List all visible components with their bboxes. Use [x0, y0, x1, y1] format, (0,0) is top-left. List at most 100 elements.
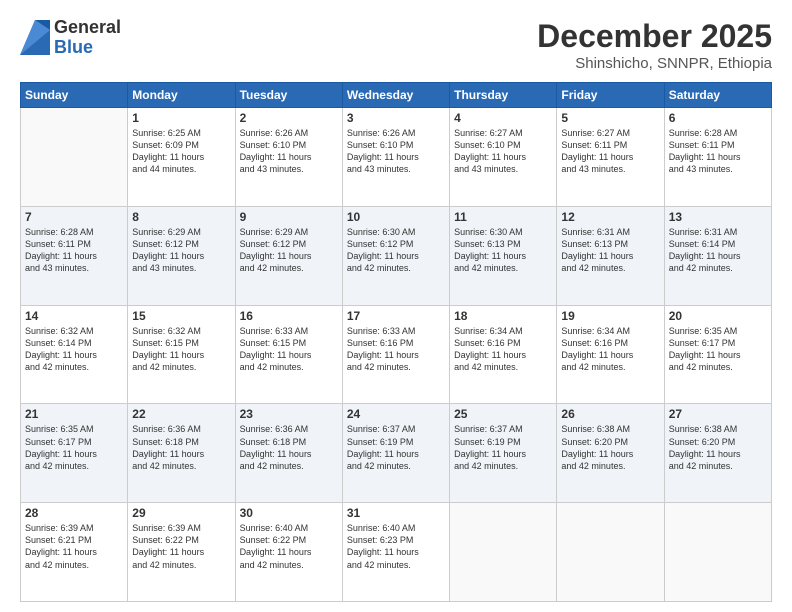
cell-info: Sunrise: 6:39 AM Sunset: 6:22 PM Dayligh… [132, 522, 230, 571]
day-number: 5 [561, 111, 659, 125]
day-number: 21 [25, 407, 123, 421]
calendar-cell [21, 108, 128, 207]
day-number: 24 [347, 407, 445, 421]
calendar-week-row: 28 Sunrise: 6:39 AM Sunset: 6:21 PM Dayli… [21, 503, 772, 602]
calendar-cell: 13 Sunrise: 6:31 AM Sunset: 6:14 PM Dayli… [664, 206, 771, 305]
calendar-cell: 21 Sunrise: 6:35 AM Sunset: 6:17 PM Dayli… [21, 404, 128, 503]
cell-info: Sunrise: 6:37 AM Sunset: 6:19 PM Dayligh… [454, 423, 552, 472]
day-number: 10 [347, 210, 445, 224]
title-section: December 2025 Shinshicho, SNNPR, Ethiopi… [537, 18, 772, 72]
day-number: 2 [240, 111, 338, 125]
calendar-cell: 4Sunrise: 6:27 AM Sunset: 6:10 PM Daylig… [450, 108, 557, 207]
cell-info: Sunrise: 6:38 AM Sunset: 6:20 PM Dayligh… [561, 423, 659, 472]
day-number: 1 [132, 111, 230, 125]
cell-info: Sunrise: 6:26 AM Sunset: 6:10 PM Dayligh… [240, 127, 338, 176]
day-number: 22 [132, 407, 230, 421]
calendar-cell: 15Sunrise: 6:32 AM Sunset: 6:15 PM Dayli… [128, 305, 235, 404]
calendar-cell: 25Sunrise: 6:37 AM Sunset: 6:19 PM Dayli… [450, 404, 557, 503]
cell-info: Sunrise: 6:27 AM Sunset: 6:10 PM Dayligh… [454, 127, 552, 176]
day-number: 31 [347, 506, 445, 520]
calendar-cell: 3Sunrise: 6:26 AM Sunset: 6:10 PM Daylig… [342, 108, 449, 207]
calendar-cell: 2 Sunrise: 6:26 AM Sunset: 6:10 PM Daylig… [235, 108, 342, 207]
calendar-cell: 23Sunrise: 6:36 AM Sunset: 6:18 PM Dayli… [235, 404, 342, 503]
calendar-cell: 18 Sunrise: 6:34 AM Sunset: 6:16 PM Dayli… [450, 305, 557, 404]
calendar-cell: 27Sunrise: 6:38 AM Sunset: 6:20 PM Dayli… [664, 404, 771, 503]
logo-icon [20, 20, 50, 55]
header: General Blue December 2025 Shinshicho, S… [20, 18, 772, 72]
calendar-header-monday: Monday [128, 83, 235, 108]
cell-info: Sunrise: 6:40 AM Sunset: 6:23 PM Dayligh… [347, 522, 445, 571]
calendar-header-sunday: Sunday [21, 83, 128, 108]
day-number: 28 [25, 506, 123, 520]
calendar-cell [450, 503, 557, 602]
day-number: 16 [240, 309, 338, 323]
cell-info: Sunrise: 6:28 AM Sunset: 6:11 PM Dayligh… [25, 226, 123, 275]
cell-info: Sunrise: 6:31 AM Sunset: 6:13 PM Dayligh… [561, 226, 659, 275]
cell-info: Sunrise: 6:27 AM Sunset: 6:11 PM Dayligh… [561, 127, 659, 176]
cell-info: Sunrise: 6:29 AM Sunset: 6:12 PM Dayligh… [132, 226, 230, 275]
cell-info: Sunrise: 6:36 AM Sunset: 6:18 PM Dayligh… [132, 423, 230, 472]
calendar-cell: 8 Sunrise: 6:29 AM Sunset: 6:12 PM Daylig… [128, 206, 235, 305]
day-number: 18 [454, 309, 552, 323]
calendar-cell: 19 Sunrise: 6:34 AM Sunset: 6:16 PM Dayli… [557, 305, 664, 404]
day-number: 15 [132, 309, 230, 323]
calendar-week-row: 21 Sunrise: 6:35 AM Sunset: 6:17 PM Dayli… [21, 404, 772, 503]
calendar-cell: 31 Sunrise: 6:40 AM Sunset: 6:23 PM Dayli… [342, 503, 449, 602]
calendar-week-row: 1Sunrise: 6:25 AM Sunset: 6:09 PM Daylig… [21, 108, 772, 207]
calendar-cell: 5 Sunrise: 6:27 AM Sunset: 6:11 PM Daylig… [557, 108, 664, 207]
cell-info: Sunrise: 6:35 AM Sunset: 6:17 PM Dayligh… [25, 423, 123, 472]
cell-info: Sunrise: 6:31 AM Sunset: 6:14 PM Dayligh… [669, 226, 767, 275]
day-number: 7 [25, 210, 123, 224]
day-number: 9 [240, 210, 338, 224]
cell-info: Sunrise: 6:33 AM Sunset: 6:16 PM Dayligh… [347, 325, 445, 374]
calendar-cell: 10 Sunrise: 6:30 AM Sunset: 6:12 PM Dayli… [342, 206, 449, 305]
calendar-cell: 24Sunrise: 6:37 AM Sunset: 6:19 PM Dayli… [342, 404, 449, 503]
day-number: 3 [347, 111, 445, 125]
cell-info: Sunrise: 6:35 AM Sunset: 6:17 PM Dayligh… [669, 325, 767, 374]
day-number: 6 [669, 111, 767, 125]
calendar-cell: 20Sunrise: 6:35 AM Sunset: 6:17 PM Dayli… [664, 305, 771, 404]
cell-info: Sunrise: 6:40 AM Sunset: 6:22 PM Dayligh… [240, 522, 338, 571]
day-number: 27 [669, 407, 767, 421]
page: General Blue December 2025 Shinshicho, S… [0, 0, 792, 612]
day-number: 8 [132, 210, 230, 224]
calendar-cell: 29 Sunrise: 6:39 AM Sunset: 6:22 PM Dayli… [128, 503, 235, 602]
calendar-header-row: SundayMondayTuesdayWednesdayThursdayFrid… [21, 83, 772, 108]
cell-info: Sunrise: 6:34 AM Sunset: 6:16 PM Dayligh… [561, 325, 659, 374]
cell-info: Sunrise: 6:32 AM Sunset: 6:14 PM Dayligh… [25, 325, 123, 374]
calendar-cell: 17 Sunrise: 6:33 AM Sunset: 6:16 PM Dayli… [342, 305, 449, 404]
calendar-cell: 11Sunrise: 6:30 AM Sunset: 6:13 PM Dayli… [450, 206, 557, 305]
calendar-cell: 6Sunrise: 6:28 AM Sunset: 6:11 PM Daylig… [664, 108, 771, 207]
day-number: 17 [347, 309, 445, 323]
location: Shinshicho, SNNPR, Ethiopia [537, 55, 772, 72]
cell-info: Sunrise: 6:30 AM Sunset: 6:13 PM Dayligh… [454, 226, 552, 275]
logo: General Blue [20, 18, 121, 58]
calendar: SundayMondayTuesdayWednesdayThursdayFrid… [20, 82, 772, 602]
calendar-cell: 12Sunrise: 6:31 AM Sunset: 6:13 PM Dayli… [557, 206, 664, 305]
month-title: December 2025 [537, 18, 772, 55]
calendar-cell: 7 Sunrise: 6:28 AM Sunset: 6:11 PM Daylig… [21, 206, 128, 305]
calendar-cell [664, 503, 771, 602]
cell-info: Sunrise: 6:29 AM Sunset: 6:12 PM Dayligh… [240, 226, 338, 275]
calendar-cell: 22 Sunrise: 6:36 AM Sunset: 6:18 PM Dayli… [128, 404, 235, 503]
calendar-cell: 14 Sunrise: 6:32 AM Sunset: 6:14 PM Dayli… [21, 305, 128, 404]
day-number: 30 [240, 506, 338, 520]
day-number: 29 [132, 506, 230, 520]
calendar-week-row: 7 Sunrise: 6:28 AM Sunset: 6:11 PM Daylig… [21, 206, 772, 305]
calendar-cell [557, 503, 664, 602]
day-number: 14 [25, 309, 123, 323]
calendar-cell: 16 Sunrise: 6:33 AM Sunset: 6:15 PM Dayli… [235, 305, 342, 404]
cell-info: Sunrise: 6:34 AM Sunset: 6:16 PM Dayligh… [454, 325, 552, 374]
cell-info: Sunrise: 6:33 AM Sunset: 6:15 PM Dayligh… [240, 325, 338, 374]
day-number: 13 [669, 210, 767, 224]
logo-general: General [54, 18, 121, 38]
calendar-header-thursday: Thursday [450, 83, 557, 108]
logo-text: General Blue [54, 18, 121, 58]
day-number: 19 [561, 309, 659, 323]
day-number: 23 [240, 407, 338, 421]
calendar-week-row: 14 Sunrise: 6:32 AM Sunset: 6:14 PM Dayli… [21, 305, 772, 404]
cell-info: Sunrise: 6:39 AM Sunset: 6:21 PM Dayligh… [25, 522, 123, 571]
calendar-header-wednesday: Wednesday [342, 83, 449, 108]
calendar-header-saturday: Saturday [664, 83, 771, 108]
cell-info: Sunrise: 6:30 AM Sunset: 6:12 PM Dayligh… [347, 226, 445, 275]
